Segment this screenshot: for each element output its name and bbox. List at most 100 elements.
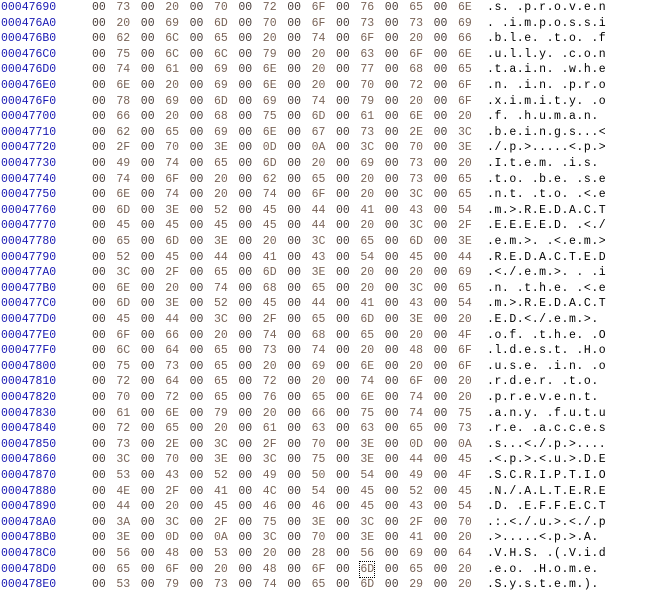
hex-byte[interactable]: 00 xyxy=(190,468,204,484)
hex-byte[interactable]: 43 xyxy=(409,499,423,515)
hex-byte[interactable]: 00 xyxy=(385,218,399,234)
ascii-text[interactable]: .E.D.<./.e.m.>. xyxy=(487,312,606,328)
ascii-text[interactable]: .r.e. .a.c.c.e.s xyxy=(487,421,606,437)
hex-byte[interactable]: 3C xyxy=(214,312,228,328)
hex-byte[interactable]: 20 xyxy=(312,78,326,94)
hex-byte[interactable]: 00 xyxy=(92,265,106,281)
hex-byte[interactable]: 00 xyxy=(336,0,350,16)
ascii-text[interactable]: .N./.A.L.T.E.R.E xyxy=(487,484,606,500)
hex-byte[interactable]: 00 xyxy=(385,484,399,500)
hex-byte[interactable]: 00 xyxy=(190,577,204,593)
ascii-text[interactable]: .E.E.E.E.D. .<./ xyxy=(487,218,606,234)
hex-byte[interactable]: 00 xyxy=(385,125,399,141)
hex-byte[interactable]: 41 xyxy=(214,484,228,500)
hex-byte[interactable]: 00 xyxy=(92,16,106,32)
hex-byte[interactable]: 69 xyxy=(458,16,472,32)
hex-byte[interactable]: 45 xyxy=(360,499,374,515)
hex-byte[interactable]: 00 xyxy=(238,406,252,422)
hex-byte[interactable]: 00 xyxy=(287,140,301,156)
hex-byte[interactable]: 00 xyxy=(238,530,252,546)
hex-byte[interactable]: 00 xyxy=(141,62,155,78)
hex-byte[interactable]: 00 xyxy=(287,125,301,141)
hex-byte[interactable]: 20 xyxy=(312,156,326,172)
hex-byte[interactable]: 6F xyxy=(458,343,472,359)
hex-byte[interactable]: 00 xyxy=(141,406,155,422)
hex-byte[interactable]: 00 xyxy=(92,78,106,94)
hex-byte[interactable]: 65 xyxy=(409,0,423,16)
hex-byte[interactable]: 00 xyxy=(190,406,204,422)
hex-byte[interactable]: 00 xyxy=(336,109,350,125)
hex-byte[interactable]: 64 xyxy=(165,374,179,390)
hex-byte[interactable]: 00 xyxy=(385,452,399,468)
hex-byte[interactable]: 41 xyxy=(360,296,374,312)
hex-byte[interactable]: 00 xyxy=(336,265,350,281)
hex-byte[interactable]: 3C xyxy=(263,452,277,468)
ascii-text[interactable]: .>.....<.p.>.A. xyxy=(487,530,606,546)
hex-byte[interactable]: 74 xyxy=(116,62,130,78)
hex-byte[interactable]: 3C xyxy=(409,281,423,297)
hex-byte[interactable]: 52 xyxy=(116,250,130,266)
hex-byte[interactable]: 00 xyxy=(385,374,399,390)
hex-byte[interactable]: 3E xyxy=(360,452,374,468)
hex-byte[interactable]: 54 xyxy=(458,499,472,515)
hex-byte[interactable]: 00 xyxy=(92,172,106,188)
hex-byte[interactable]: 00 xyxy=(238,562,252,578)
hex-byte[interactable]: 00 xyxy=(92,140,106,156)
hex-byte[interactable]: 65 xyxy=(214,343,228,359)
ascii-text[interactable]: .e.m.>. .<.e.m.> xyxy=(487,234,606,250)
hex-byte[interactable]: 00 xyxy=(385,250,399,266)
hex-byte[interactable]: 6F xyxy=(312,0,326,16)
hex-byte[interactable]: 00 xyxy=(141,421,155,437)
hex-byte[interactable]: 66 xyxy=(165,328,179,344)
hex-byte[interactable]: 69 xyxy=(214,125,228,141)
hex-byte[interactable]: 73 xyxy=(116,0,130,16)
hex-byte[interactable]: 00 xyxy=(238,468,252,484)
hex-byte[interactable]: 00 xyxy=(434,47,448,63)
hex-byte[interactable]: 61 xyxy=(263,421,277,437)
hex-byte[interactable]: 00 xyxy=(238,359,252,375)
hex-byte[interactable]: 75 xyxy=(458,406,472,422)
hex-byte[interactable]: 00 xyxy=(92,437,106,453)
hex-byte[interactable]: 00 xyxy=(238,250,252,266)
hex-byte[interactable]: 69 xyxy=(214,62,228,78)
hex-byte[interactable]: 20 xyxy=(409,31,423,47)
hex-byte[interactable]: 00 xyxy=(190,0,204,16)
hex-byte[interactable]: 77 xyxy=(360,62,374,78)
hex-byte[interactable]: 00 xyxy=(336,390,350,406)
hex-byte[interactable]: 6E xyxy=(409,109,423,125)
hex-byte[interactable]: 20 xyxy=(263,406,277,422)
hex-byte[interactable]: 52 xyxy=(214,468,228,484)
hex-byte[interactable]: 2F xyxy=(263,312,277,328)
hex-byte[interactable]: 00 xyxy=(238,94,252,110)
hex-byte[interactable]: 00 xyxy=(141,374,155,390)
hex-byte[interactable]: 00 xyxy=(434,546,448,562)
hex-byte[interactable]: 65 xyxy=(214,359,228,375)
hex-byte[interactable]: 00 xyxy=(141,203,155,219)
hex-byte[interactable]: 65 xyxy=(312,281,326,297)
hex-byte[interactable]: 00 xyxy=(141,484,155,500)
ascii-text[interactable]: .t.a.i.n. .w.h.e xyxy=(487,62,606,78)
hex-byte[interactable]: 00 xyxy=(92,530,106,546)
hex-byte[interactable]: 20 xyxy=(214,172,228,188)
hex-byte[interactable]: 65 xyxy=(214,390,228,406)
hex-byte[interactable]: 70 xyxy=(116,390,130,406)
hex-byte[interactable]: 20 xyxy=(360,172,374,188)
hex-byte[interactable]: 62 xyxy=(116,125,130,141)
hex-byte[interactable]: 00 xyxy=(336,328,350,344)
hex-byte[interactable]: 3C xyxy=(312,234,326,250)
hex-byte[interactable]: 00 xyxy=(336,47,350,63)
hex-byte[interactable]: 00 xyxy=(141,437,155,453)
hex-byte[interactable]: 75 xyxy=(360,406,374,422)
hex-byte[interactable]: 00 xyxy=(287,250,301,266)
hex-byte[interactable]: 79 xyxy=(165,577,179,593)
hex-byte[interactable]: 72 xyxy=(263,374,277,390)
hex-byte[interactable]: 00 xyxy=(336,140,350,156)
hex-byte[interactable]: 45 xyxy=(263,296,277,312)
hex-byte[interactable]: 72 xyxy=(263,0,277,16)
hex-byte[interactable]: 00 xyxy=(238,31,252,47)
hex-byte[interactable]: 20 xyxy=(360,187,374,203)
hex-byte[interactable]: 00 xyxy=(190,234,204,250)
hex-byte[interactable]: 00 xyxy=(434,374,448,390)
hex-byte[interactable]: 00 xyxy=(92,109,106,125)
hex-byte[interactable]: 3E xyxy=(116,530,130,546)
